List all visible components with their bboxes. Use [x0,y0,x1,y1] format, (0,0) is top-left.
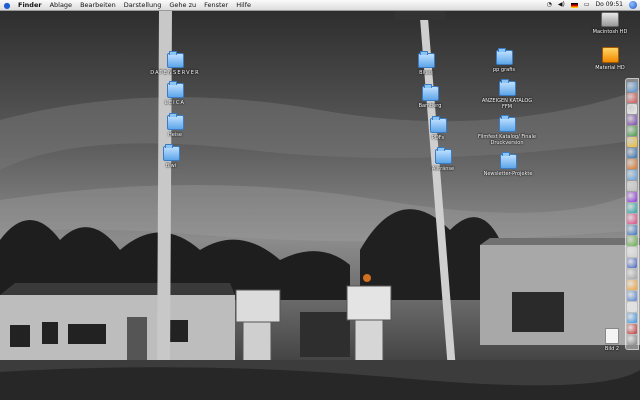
desktop-folder-blues[interactable]: Blues [406,51,446,76]
menu-finder[interactable]: Finder [14,0,46,10]
desktop-folder-pdfs[interactable]: PDFs [418,116,458,141]
folder-icon [499,152,517,169]
input-language-flag-icon[interactable] [570,2,578,8]
wifi-icon[interactable]: ◔ [544,0,555,10]
desktop-icon-label: Alltränse [431,166,455,172]
menu-bar: ● Finder Ablage Bearbeiten Darstellung G… [0,0,640,11]
desktop-icon-label: Heise [168,132,182,138]
folder-icon [166,113,184,130]
desktop-folder-datenserver[interactable]: DATENSERVER [145,51,205,76]
folder-icon [495,48,513,65]
hard-drive-icon [601,12,619,27]
desktop-wallpaper [0,0,640,400]
menu-hilfe[interactable]: Hilfe [232,0,255,10]
folder-icon [417,51,435,68]
drive-icon [601,47,619,63]
desktop-icon-label: Newsletter-Projekte [483,171,533,177]
dock-app-icon[interactable] [627,290,637,301]
dock-app-icon[interactable] [627,92,637,103]
menu-extras: ◔ ◀) ▭ Do 09:51 [544,0,640,10]
desktop-folder-heise[interactable]: Heise [155,113,195,138]
dock-app-icon[interactable] [627,81,637,92]
menu-clock[interactable]: Do 09:51 [593,0,627,10]
desktop-folder-leica[interactable]: LEICA [155,81,195,106]
dock [625,78,639,350]
dock-app-icon[interactable] [627,213,637,224]
dock-app-icon[interactable] [627,334,637,345]
dock-app-icon[interactable] [627,257,637,268]
menu-ablage[interactable]: Ablage [46,0,77,10]
menu-fenster[interactable]: Fenster [200,0,232,10]
desktop-folder-anzeigen-katalog[interactable]: ANZEIGEN KATALOG FFM [476,79,538,110]
desktop-volume-material-hd[interactable]: Material HD [588,47,632,71]
desktop-folder-filmfest-katalog[interactable]: Filmfest Katalog/ Finale Druckversion [476,115,538,146]
desktop-icon-label: Bild 2 [604,346,620,352]
spotlight-icon[interactable] [629,1,637,9]
dock-app-icon[interactable] [627,136,637,147]
folder-icon [429,116,447,133]
desktop-icon-label: Filmfest Katalog/ Finale Druckversion [478,134,536,146]
desktop-icon-label: DATENSERVER [150,70,200,76]
dock-app-icon[interactable] [627,103,637,114]
folder-icon [421,84,439,101]
desktop-folder-bamberg[interactable]: Bamberg [410,84,450,109]
desktop-icon-label: Macintosh HD [592,29,628,35]
dock-app-icon[interactable] [627,235,637,246]
desktop-folder-pp-grafis[interactable]: pp grafis [482,48,526,73]
apple-icon[interactable]: ● [0,1,14,10]
desktop-volume-macintosh-hd[interactable]: Macintosh HD [588,12,632,35]
dock-app-icon[interactable] [627,323,637,334]
dock-app-icon[interactable] [627,147,637,158]
menu-gehe-zu[interactable]: Gehe zu [165,0,200,10]
folder-icon [166,51,184,68]
dock-app-icon[interactable] [627,169,637,180]
dock-app-icon[interactable] [627,246,637,257]
dock-app-icon[interactable] [627,114,637,125]
menu-darstellung[interactable]: Darstellung [120,0,166,10]
desktop-icon-label: Bamberg [418,103,442,109]
folder-icon [498,115,516,132]
desktop-icon-label: PDFs [431,135,445,141]
dock-app-icon[interactable] [627,125,637,136]
desktop-icon-label: pp grafis [493,67,515,73]
dock-app-icon[interactable] [627,191,637,202]
folder-icon [498,79,516,96]
dock-app-icon[interactable] [627,158,637,169]
battery-icon[interactable]: ▭ [581,0,593,10]
desktop-folder-newsletter-projekte[interactable]: Newsletter-Projekte [476,152,540,177]
dock-app-icon[interactable] [627,224,637,235]
desktop-file-bild-2[interactable]: Bild 2 [600,328,624,352]
dock-app-icon[interactable] [627,301,637,312]
desktop-icon-label: Material HD [595,65,625,71]
desktop-icon-label: Blues [419,70,433,76]
desktop-folder-biwi[interactable]: Biwi [151,144,191,169]
image-file-icon [605,328,619,344]
volume-icon[interactable]: ◀) [555,0,568,10]
dock-app-icon[interactable] [627,202,637,213]
dock-app-icon[interactable] [627,279,637,290]
folder-icon [162,144,180,161]
folder-icon [166,81,184,98]
desktop-icon-label: ANZEIGEN KATALOG FFM [481,98,533,110]
dock-app-icon[interactable] [627,180,637,191]
desktop-folder-alltraense[interactable]: Alltränse [423,147,463,172]
desktop-icon-label: LEICA [164,100,186,106]
dock-app-icon[interactable] [627,268,637,279]
folder-icon [434,147,452,164]
menu-bearbeiten[interactable]: Bearbeiten [76,0,120,10]
desktop-icon-label: Biwi [165,163,177,169]
dock-app-icon[interactable] [627,312,637,323]
